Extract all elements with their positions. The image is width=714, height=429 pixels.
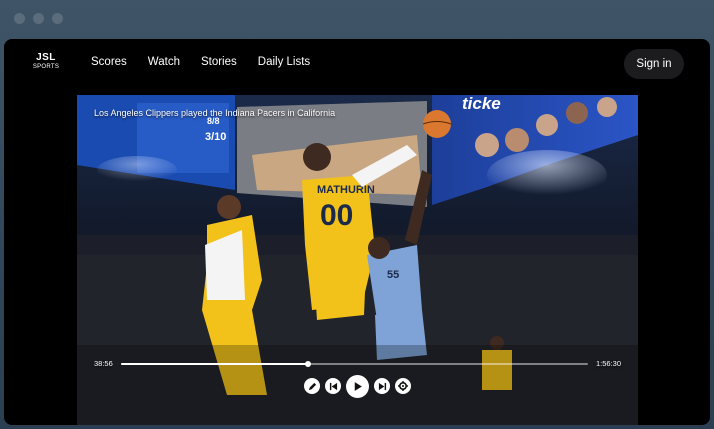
- brand-logo[interactable]: JSL SPORTS: [30, 52, 62, 71]
- app-window: JSL SPORTS Scores Watch Stories Daily Li…: [4, 39, 710, 425]
- window-maximize-dot[interactable]: [52, 13, 63, 24]
- nav-menu: Scores Watch Stories Daily Lists: [91, 56, 331, 68]
- brand-logo-line2: SPORTS: [32, 64, 60, 70]
- window-controls: [14, 13, 63, 24]
- pencil-icon: [308, 382, 316, 390]
- nav-item-watch[interactable]: Watch: [148, 56, 180, 68]
- previous-button[interactable]: [325, 378, 341, 394]
- settings-button[interactable]: [395, 378, 411, 394]
- video-timeline: 38:56 1:56:30: [77, 357, 638, 373]
- jersey-name: MATHURIN: [317, 184, 375, 196]
- seek-bar-handle[interactable]: [304, 361, 311, 367]
- video-player[interactable]: 8/8 3/10 ticke MATHURIN 00 55 Los Angele…: [77, 95, 638, 425]
- window-close-dot[interactable]: [14, 13, 25, 24]
- next-button[interactable]: [374, 378, 390, 394]
- nav-item-stories[interactable]: Stories: [201, 56, 237, 68]
- jumbotron-text: ticke: [462, 95, 501, 113]
- top-nav: JSL SPORTS Scores Watch Stories Daily Li…: [4, 39, 710, 89]
- sign-in-button[interactable]: Sign in: [624, 49, 684, 79]
- video-caption: Los Angeles Clippers played the Indiana …: [94, 108, 336, 118]
- window-minimize-dot[interactable]: [33, 13, 44, 24]
- nav-item-daily-lists[interactable]: Daily Lists: [258, 56, 310, 68]
- jersey-number-blue: 55: [387, 269, 399, 281]
- seek-bar-progress: [121, 363, 308, 365]
- time-elapsed: 38:56: [94, 359, 113, 368]
- playback-controls: [77, 374, 638, 398]
- skip-forward-icon: [378, 382, 386, 390]
- brand-logo-line1: JSL: [36, 52, 56, 63]
- nav-item-scores[interactable]: Scores: [91, 56, 127, 68]
- seek-bar[interactable]: [121, 361, 588, 367]
- gear-icon: [398, 381, 408, 391]
- time-total: 1:56:30: [595, 359, 621, 368]
- skip-back-icon: [329, 382, 337, 390]
- play-icon: [354, 381, 362, 391]
- scoreboard-line2: 3/10: [205, 131, 226, 143]
- edit-button[interactable]: [304, 378, 320, 394]
- play-button[interactable]: [346, 374, 369, 398]
- jersey-number-yellow: 00: [320, 199, 353, 232]
